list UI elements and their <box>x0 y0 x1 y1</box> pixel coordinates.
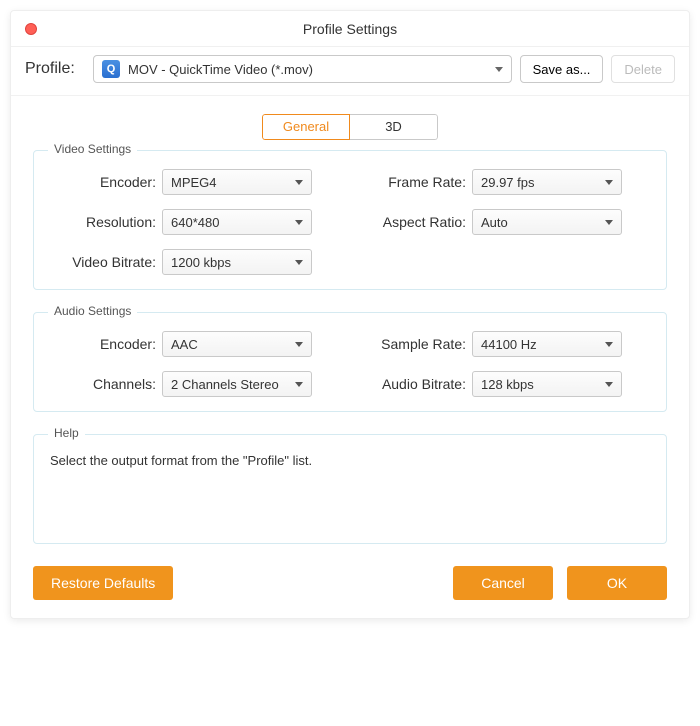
sample-rate-select[interactable]: 44100 Hz <box>472 331 622 357</box>
ok-button[interactable]: OK <box>567 566 667 600</box>
video-bitrate-value: 1200 kbps <box>171 255 231 270</box>
chevron-down-icon <box>295 220 303 225</box>
tabs: General 3D <box>11 114 689 140</box>
help-text: Select the output format from the "Profi… <box>50 453 650 468</box>
profile-row: Profile: MOV - QuickTime Video (*.mov) S… <box>11 47 689 96</box>
resolution-label: Resolution: <box>52 214 162 230</box>
cancel-button[interactable]: Cancel <box>453 566 553 600</box>
channels-select[interactable]: 2 Channels Stereo <box>162 371 312 397</box>
sample-rate-label: Sample Rate: <box>352 336 472 352</box>
chevron-down-icon <box>295 180 303 185</box>
audio-bitrate-select[interactable]: 128 kbps <box>472 371 622 397</box>
help-legend: Help <box>48 426 85 440</box>
aspect-ratio-label: Aspect Ratio: <box>352 214 472 230</box>
video-encoder-value: MPEG4 <box>171 175 217 190</box>
video-bitrate-select[interactable]: 1200 kbps <box>162 249 312 275</box>
chevron-down-icon <box>295 382 303 387</box>
audio-settings-legend: Audio Settings <box>48 304 137 318</box>
video-bitrate-label: Video Bitrate: <box>52 254 162 270</box>
video-settings-legend: Video Settings <box>48 142 137 156</box>
audio-bitrate-label: Audio Bitrate: <box>352 376 472 392</box>
delete-button: Delete <box>611 55 675 83</box>
footer: Restore Defaults Cancel OK <box>33 566 667 600</box>
video-encoder-select[interactable]: MPEG4 <box>162 169 312 195</box>
video-settings-group: Video Settings Encoder: MPEG4 Frame Rate… <box>33 150 667 290</box>
audio-encoder-value: AAC <box>171 337 198 352</box>
frame-rate-value: 29.97 fps <box>481 175 535 190</box>
frame-rate-label: Frame Rate: <box>352 174 472 190</box>
sample-rate-value: 44100 Hz <box>481 337 537 352</box>
video-encoder-label: Encoder: <box>52 174 162 190</box>
chevron-down-icon <box>295 260 303 265</box>
frame-rate-select[interactable]: 29.97 fps <box>472 169 622 195</box>
chevron-down-icon <box>495 67 503 72</box>
settings-window: Profile Settings Profile: MOV - QuickTim… <box>10 10 690 619</box>
close-icon[interactable] <box>25 23 37 35</box>
audio-settings-group: Audio Settings Encoder: AAC Sample Rate:… <box>33 312 667 412</box>
help-group: Help Select the output format from the "… <box>33 434 667 544</box>
titlebar: Profile Settings <box>11 11 689 47</box>
channels-value: 2 Channels Stereo <box>171 377 279 392</box>
chevron-down-icon <box>605 220 613 225</box>
resolution-value: 640*480 <box>171 215 219 230</box>
aspect-ratio-value: Auto <box>481 215 508 230</box>
tab-3d[interactable]: 3D <box>350 114 438 140</box>
chevron-down-icon <box>605 382 613 387</box>
content: Video Settings Encoder: MPEG4 Frame Rate… <box>11 150 689 618</box>
window-title: Profile Settings <box>303 21 397 37</box>
resolution-select[interactable]: 640*480 <box>162 209 312 235</box>
audio-encoder-select[interactable]: AAC <box>162 331 312 357</box>
restore-defaults-button[interactable]: Restore Defaults <box>33 566 173 600</box>
audio-bitrate-value: 128 kbps <box>481 377 534 392</box>
audio-encoder-label: Encoder: <box>52 336 162 352</box>
chevron-down-icon <box>605 342 613 347</box>
profile-select[interactable]: MOV - QuickTime Video (*.mov) <box>93 55 512 83</box>
chevron-down-icon <box>605 180 613 185</box>
profile-label: Profile: <box>25 60 85 78</box>
quicktime-icon <box>102 60 120 78</box>
chevron-down-icon <box>295 342 303 347</box>
save-as-button[interactable]: Save as... <box>520 55 604 83</box>
channels-label: Channels: <box>52 376 162 392</box>
tab-general[interactable]: General <box>262 114 350 140</box>
profile-value: MOV - QuickTime Video (*.mov) <box>128 62 313 77</box>
aspect-ratio-select[interactable]: Auto <box>472 209 622 235</box>
